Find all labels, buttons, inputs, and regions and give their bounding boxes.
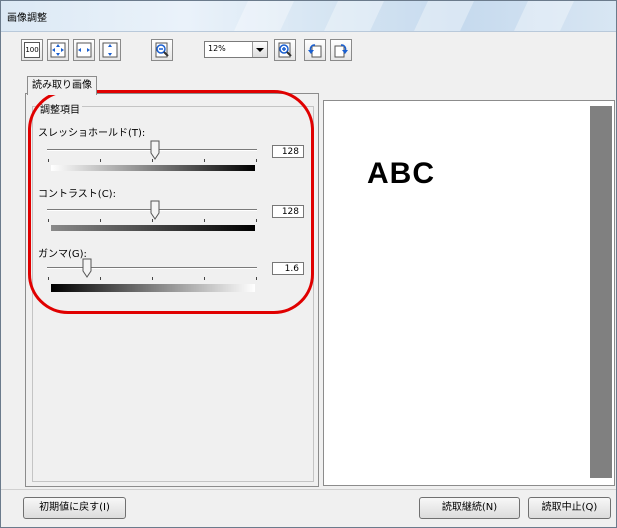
fit-width-button[interactable] (73, 39, 95, 61)
threshold-label: スレッショホールド(T): (38, 128, 146, 139)
zoom-out-icon (155, 42, 169, 58)
contrast-gradient (51, 225, 255, 231)
gamma-value[interactable]: 1.6 (272, 262, 304, 275)
rotate-left-icon (308, 44, 322, 58)
gamma-slider-thumb[interactable] (82, 258, 92, 278)
stop-scan-button[interactable]: 読取中止(Q) (528, 497, 611, 519)
contrast-label: コントラスト(C): (38, 189, 116, 200)
preview-scrollbar[interactable] (590, 106, 612, 478)
actual-size-button[interactable]: 100 (21, 39, 43, 61)
zoom-in-icon (278, 42, 292, 58)
continue-scan-button[interactable]: 読取継続(N) (419, 497, 520, 519)
image-adjust-window: 画像調整 100 12% 読み取り画像 調整項目 スレッショホールド(T): 1… (0, 0, 617, 528)
actual-size-100-icon: 100 (24, 42, 40, 58)
preview-image-text: ABC (367, 157, 435, 190)
tab-scanned-image[interactable]: 読み取り画像 (27, 76, 97, 95)
zoom-select[interactable]: 12% (204, 41, 268, 58)
fit-page-icon (50, 42, 66, 58)
threshold-slider-thumb[interactable] (150, 140, 160, 160)
fit-page-button[interactable] (47, 39, 69, 61)
fit-width-icon (76, 42, 92, 58)
adjust-group-label: 調整項目 (38, 101, 82, 116)
reset-button[interactable]: 初期値に戻す(I) (23, 497, 126, 519)
threshold-value[interactable]: 128 (272, 145, 304, 158)
toolbar: 100 12% (21, 39, 356, 63)
gamma-gradient (51, 284, 255, 292)
adjust-groupbox (32, 106, 314, 482)
title-bar: 画像調整 (1, 1, 616, 32)
threshold-gradient (51, 165, 255, 171)
contrast-value[interactable]: 128 (272, 205, 304, 218)
adjust-panel: 調整項目 スレッショホールド(T): 128 コントラスト(C): 128 ガン… (25, 93, 319, 487)
zoom-value: 12% (208, 44, 226, 53)
zoom-out-button[interactable] (151, 39, 173, 61)
chevron-down-icon[interactable] (252, 42, 267, 57)
window-title: 画像調整 (7, 13, 47, 24)
contrast-slider-thumb[interactable] (150, 200, 160, 220)
rotate-left-button[interactable] (304, 39, 326, 61)
rotate-right-icon (334, 44, 348, 58)
fit-height-button[interactable] (99, 39, 121, 61)
gamma-label: ガンマ(G): (38, 249, 87, 260)
zoom-in-button[interactable] (274, 39, 296, 61)
preview-panel: ABC (323, 100, 615, 486)
rotate-right-button[interactable] (330, 39, 352, 61)
fit-height-icon (102, 42, 118, 58)
bottom-separator (1, 489, 616, 490)
